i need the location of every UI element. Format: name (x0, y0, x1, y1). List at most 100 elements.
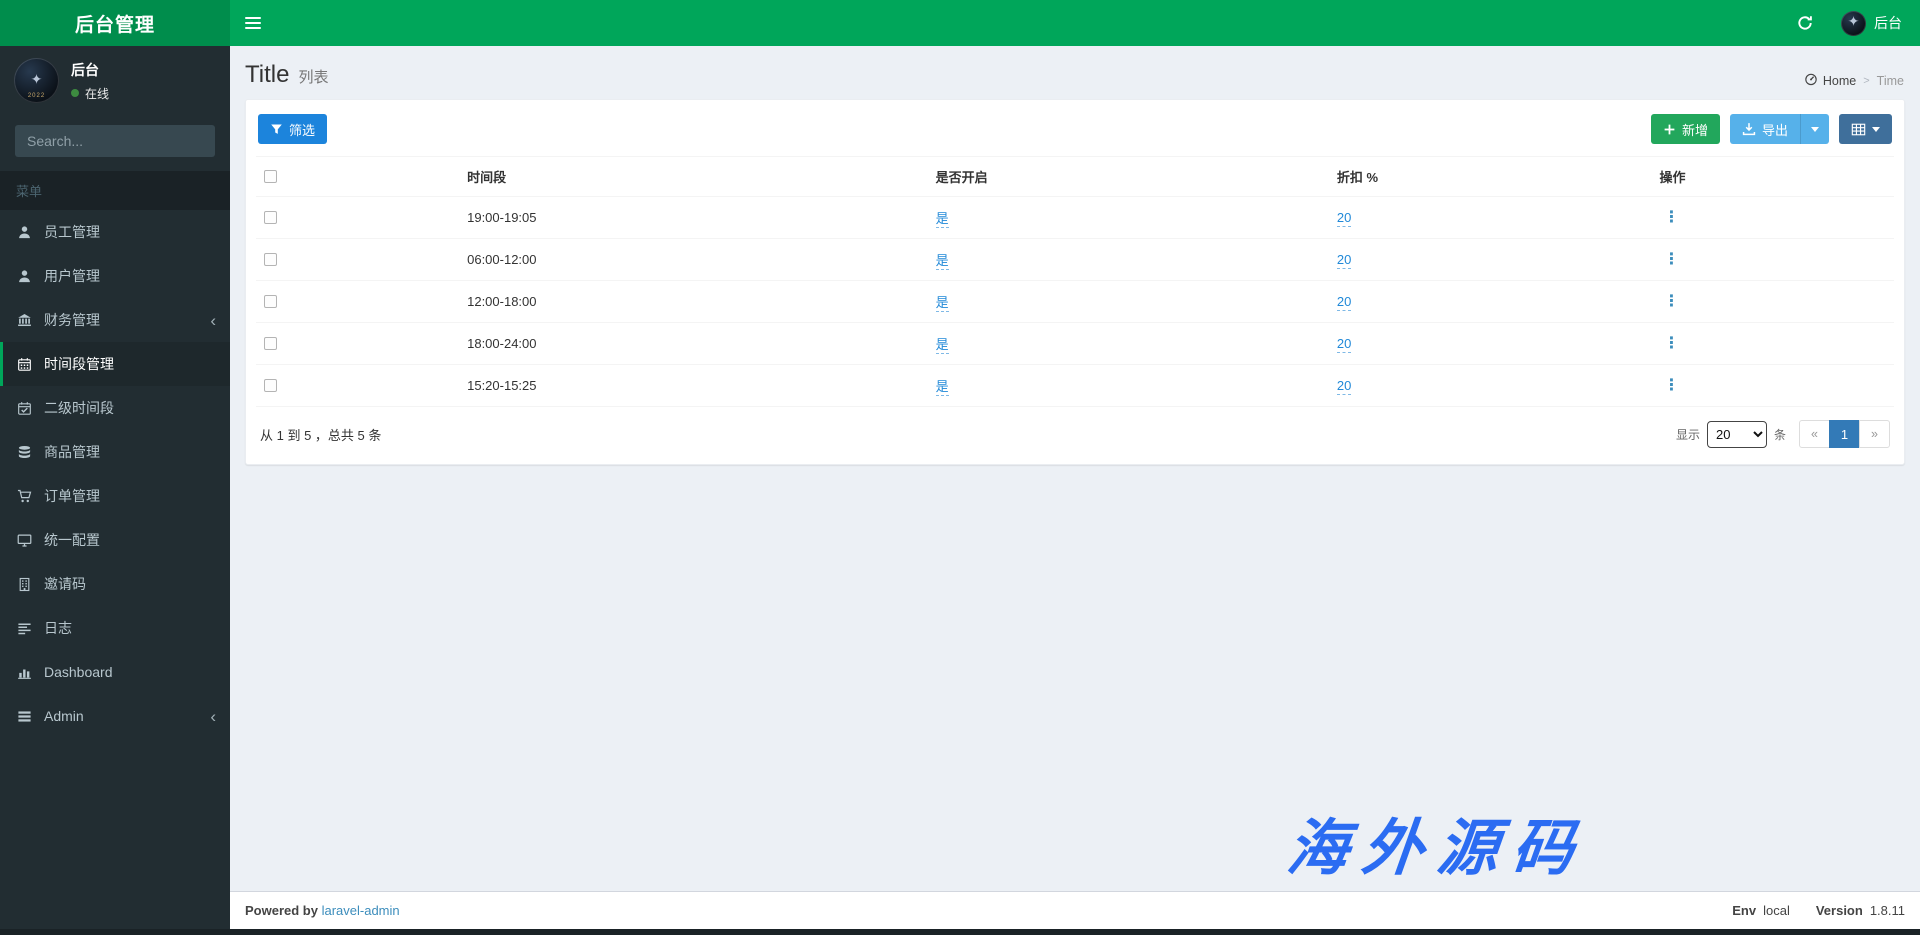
row-checkbox[interactable] (264, 295, 277, 308)
sidebar-item-label: Dashboard (44, 664, 113, 680)
sidebar-item-label: 时间段管理 (44, 354, 114, 374)
row-actions-button[interactable]: ⋮ (1660, 210, 1684, 226)
top-navbar: 后台管理 ✦ 后台 (0, 0, 1920, 46)
enabled-editable-link[interactable]: 是 (936, 253, 949, 270)
column-header-enabled: 是否开启 (928, 157, 1329, 197)
caret-down-icon (1872, 127, 1880, 132)
sidebar-item-users[interactable]: 用户管理 (0, 254, 230, 298)
sidebar-menu: 员工管理用户管理财务管理‹ 时间段管理二级时间段商品管理订单管理统一配置邀请码日志… (0, 210, 230, 738)
sidebar-item-finance[interactable]: 财务管理‹ (0, 298, 230, 342)
grid-box: 筛选 新增 导出 (245, 99, 1905, 465)
laravel-admin-link[interactable]: laravel-admin (322, 903, 400, 918)
enabled-editable-link[interactable]: 是 (936, 295, 949, 312)
sidebar-item-goods[interactable]: 商品管理 (0, 430, 230, 474)
grid-toolbar: 筛选 新增 导出 (258, 114, 1892, 144)
sidebar-item-config[interactable]: 统一配置 (0, 518, 230, 562)
pagination-page-1-button[interactable]: 1 (1829, 420, 1860, 448)
env-value: local (1763, 903, 1790, 918)
sidebar-item-label: 邀请码 (44, 574, 86, 594)
content-header: Title 列表 Home > Time (230, 46, 1920, 97)
per-page-label: 显示 (1676, 426, 1700, 443)
cell-period: 15:20-15:25 (459, 365, 927, 407)
sidebar-item-staff[interactable]: 员工管理 (0, 210, 230, 254)
export-dropdown-toggle[interactable] (1800, 114, 1829, 144)
sidebar-user-status: 在线 (71, 85, 109, 102)
breadcrumb-home-link[interactable]: Home (1804, 72, 1856, 89)
sidebar-item-invite-code[interactable]: 邀请码 (0, 562, 230, 606)
calendar-icon (16, 357, 33, 372)
bank-icon (16, 313, 33, 328)
filter-button[interactable]: 筛选 (258, 114, 327, 144)
navbar-user-menu[interactable]: ✦ 后台 (1827, 0, 1920, 46)
breadcrumb-home-label: Home (1823, 74, 1856, 88)
cell-period: 12:00-18:00 (459, 281, 927, 323)
row-checkbox[interactable] (264, 211, 277, 224)
user-md-icon (16, 225, 33, 240)
column-header-actions: 操作 (1652, 157, 1894, 197)
search-input[interactable] (15, 125, 215, 157)
pagination: « 1 » (1799, 420, 1890, 448)
sidebar-toggle-button[interactable] (230, 0, 276, 46)
sidebar-item-sub-period[interactable]: 二级时间段 (0, 386, 230, 430)
enabled-editable-link[interactable]: 是 (936, 337, 949, 354)
row-actions-button[interactable]: ⋮ (1660, 252, 1684, 268)
discount-editable-link[interactable]: 20 (1337, 378, 1351, 395)
column-header-discount: 折扣 % (1329, 157, 1652, 197)
refresh-button[interactable] (1783, 0, 1827, 46)
page-subtitle: 列表 (298, 66, 328, 87)
create-button-label: 新增 (1682, 120, 1708, 139)
create-button[interactable]: 新增 (1651, 114, 1720, 144)
sidebar-item-admin[interactable]: Admin‹ (0, 694, 230, 738)
sidebar-item-time-period[interactable]: 时间段管理 (0, 342, 230, 386)
discount-editable-link[interactable]: 20 (1337, 294, 1351, 311)
watermark-text: 海外源码 (1283, 798, 1592, 887)
filter-icon (270, 123, 283, 136)
breadcrumb-current: Time (1877, 74, 1904, 88)
filter-button-label: 筛选 (289, 120, 315, 139)
select-all-checkbox[interactable] (264, 170, 277, 183)
row-checkbox[interactable] (264, 253, 277, 266)
export-button[interactable]: 导出 (1730, 114, 1800, 144)
sidebar-item-orders[interactable]: 订单管理 (0, 474, 230, 518)
sidebar-item-logs[interactable]: 日志 (0, 606, 230, 650)
cell-period: 18:00-24:00 (459, 323, 927, 365)
refresh-icon (1797, 15, 1813, 31)
download-icon (1742, 122, 1756, 136)
table-header-row: 时间段 是否开启 折扣 % 操作 (256, 157, 1894, 197)
list-icon (16, 709, 33, 724)
sidebar: ✦ 2022 后台 在线 菜单 员工管理用户管理财务管理‹时间段管理二级时间段商… (0, 46, 230, 929)
enabled-editable-link[interactable]: 是 (936, 379, 949, 396)
powered-by-label: Powered by (245, 903, 318, 918)
admin-app: 后台管理 ✦ 后台 ✦ 2022 后台 (0, 0, 1920, 935)
database-icon (16, 445, 33, 460)
discount-editable-link[interactable]: 20 (1337, 210, 1351, 227)
sidebar-item-dashboard[interactable]: Dashboard (0, 650, 230, 694)
row-actions-button[interactable]: ⋮ (1660, 336, 1684, 352)
discount-editable-link[interactable]: 20 (1337, 336, 1351, 353)
chevron-left-icon: ‹ (210, 312, 216, 329)
desktop-icon (16, 533, 33, 548)
grid-footer: 从 1 到 5 ，总共 5 条 显示 20 条 « 1 » (256, 407, 1894, 454)
sidebar-item-label: 员工管理 (44, 222, 100, 242)
version-value: 1.8.11 (1870, 903, 1905, 918)
export-button-group: 导出 (1730, 114, 1829, 144)
column-selector-button[interactable] (1839, 114, 1892, 144)
row-actions-button[interactable]: ⋮ (1660, 294, 1684, 310)
data-table: 时间段 是否开启 折扣 % 操作 19:00-19:05是20⋮06:00-12… (256, 156, 1894, 407)
table-row: 18:00-24:00 是 20 ⋮ (256, 323, 1894, 365)
per-page-select[interactable]: 20 (1707, 421, 1767, 448)
online-status-dot (71, 89, 79, 97)
discount-editable-link[interactable]: 20 (1337, 252, 1351, 269)
table-row: 15:20-15:25 是 20 ⋮ (256, 365, 1894, 407)
row-actions-button[interactable]: ⋮ (1660, 378, 1684, 394)
enabled-editable-link[interactable]: 是 (936, 211, 949, 228)
row-checkbox[interactable] (264, 337, 277, 350)
row-checkbox[interactable] (264, 379, 277, 392)
pagination-next-button[interactable]: » (1859, 420, 1890, 448)
per-page-unit: 条 (1774, 426, 1786, 443)
gauge-icon (1804, 72, 1818, 89)
app-logo-text: 后台管理 (75, 10, 155, 37)
breadcrumb-separator: > (1863, 75, 1869, 87)
pagination-prev-button[interactable]: « (1799, 420, 1830, 448)
app-logo[interactable]: 后台管理 (0, 0, 230, 46)
